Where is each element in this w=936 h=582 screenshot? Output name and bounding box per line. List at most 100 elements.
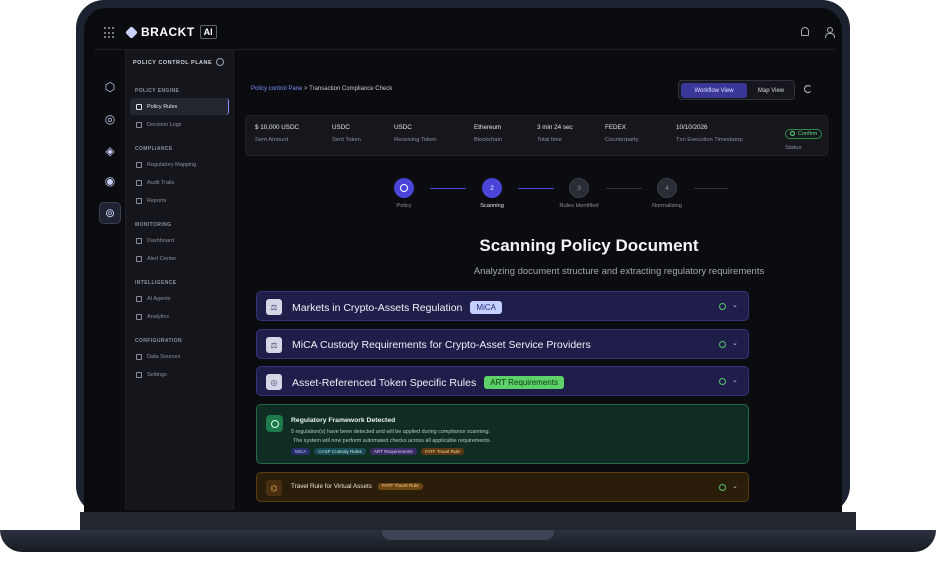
brand-ai-badge: AI	[199, 25, 217, 39]
section-policy-engine: POLICY ENGINE	[135, 88, 180, 94]
brand-mark-icon	[125, 25, 138, 39]
travel-rule-card[interactable]: ⌬ Travel Rule for Virtual Assets FATF Tra…	[256, 472, 749, 502]
check-circle-icon	[266, 415, 283, 432]
step-rules-identified: 3	[569, 178, 589, 198]
chevron-down-icon[interactable]: ⌄	[732, 376, 738, 384]
travel-rule-title: Travel Rule for Virtual Assets	[291, 483, 372, 490]
chevron-down-icon[interactable]: ⌄	[732, 339, 738, 347]
nav-item-policy-rules[interactable]: Policy Rules	[130, 98, 229, 115]
framework-card-custody[interactable]: ⚖ MiCA Custody Requirements for Crypto-A…	[256, 329, 749, 359]
map-view-button[interactable]: Map View	[749, 83, 793, 98]
info-blockchain: Ethereum Blockchain	[474, 124, 503, 143]
step-normalising: 4	[657, 178, 677, 198]
detected-line-1: 5 regulation(s) have been detected and w…	[291, 429, 490, 435]
map-icon	[136, 161, 142, 168]
step-label-normalising: Normalising	[651, 203, 683, 209]
network-icon: ⌬	[266, 480, 282, 496]
info-counterparty: FEDEX Counterparty	[605, 124, 639, 143]
info-sent-token: USDC Sent Token	[332, 124, 361, 143]
check-icon	[400, 184, 408, 192]
app-grid-icon[interactable]	[104, 27, 116, 39]
framework-tag: MiCA	[470, 301, 502, 314]
detected-tag: CASP Custody Rules	[314, 448, 366, 455]
view-toggle: Workflow View Map View	[678, 80, 795, 100]
search-icon[interactable]	[216, 58, 224, 66]
trend-icon	[136, 313, 142, 320]
nav-item-reports[interactable]: Reports	[130, 192, 229, 209]
framework-detected-panel: Regulatory Framework Detected 5 regulati…	[256, 404, 749, 464]
user-icon[interactable]	[825, 27, 835, 38]
nav-item-data-sources[interactable]: Data Sources	[130, 348, 229, 365]
breadcrumb: Policy control Pane > Transaction Compli…	[251, 86, 392, 92]
log-icon	[136, 121, 142, 128]
agent-icon	[136, 295, 142, 302]
status-badge[interactable]: Confirm	[785, 128, 823, 139]
detected-tag: ART Requirements	[369, 448, 417, 455]
check-circle-icon	[719, 484, 726, 491]
framework-title: Markets in Crypto-Assets Regulation	[292, 302, 463, 314]
brand-logo[interactable]: BRACKT AI	[125, 25, 217, 39]
nav-item-ai-agents[interactable]: AI Agents	[130, 290, 229, 307]
side-nav-title: POLICY CONTROL PLANE	[133, 60, 213, 66]
bell-icon	[136, 255, 142, 262]
workflow-view-button[interactable]: Workflow View	[681, 83, 747, 98]
side-nav: POLICY CONTROL PLANE POLICY ENGINE Polic…	[126, 50, 234, 510]
page-title: Scanning Policy Document	[479, 236, 699, 255]
step-label-rules-identified: Rules Identified	[559, 203, 599, 209]
check-circle-icon	[719, 341, 726, 348]
laptop-notch	[382, 530, 554, 540]
nav-item-analytics[interactable]: Analytics	[130, 308, 229, 325]
info-status: Confirm Status	[785, 123, 823, 151]
chevron-down-icon[interactable]: ⌄	[732, 301, 738, 309]
check-circle-icon	[719, 378, 726, 385]
section-monitoring: MONITORING	[135, 222, 172, 228]
laptop-hinge	[80, 512, 856, 532]
info-total-time: 3 min 24 sec Total time	[537, 124, 573, 143]
brand-name: BRACKT	[141, 25, 195, 39]
nav-item-audit-trails[interactable]: Audit Trails	[130, 174, 229, 191]
detected-tag: MiCA	[291, 448, 311, 455]
framework-tag: ART Requirements	[484, 376, 564, 389]
breadcrumb-separator: >	[304, 86, 308, 92]
document-icon	[136, 103, 142, 110]
info-timestamp: 10/10/2026 Txn Execution Timestamp	[676, 124, 743, 143]
page-subtitle: Analyzing document structure and extract…	[473, 266, 765, 277]
rail-diamond-icon[interactable]: ◈	[99, 140, 121, 162]
nav-item-settings[interactable]: Settings	[130, 366, 229, 383]
database-icon	[136, 353, 142, 360]
detected-line-2: The system will now perform automated ch…	[293, 438, 492, 444]
main-content: Policy control Pane > Transaction Compli…	[234, 50, 836, 510]
icon-rail: ⬡ ◎ ◈ ◉ ⊚	[94, 50, 126, 510]
audit-icon	[136, 179, 142, 186]
rail-eye-icon[interactable]: ◉	[99, 170, 121, 192]
nav-item-dashboard[interactable]: Dashboard	[130, 232, 229, 249]
info-receiving-token: USDC Receiving Token	[394, 124, 437, 143]
step-label-scanning: Scanning	[480, 203, 504, 209]
nav-item-regulatory-mapping[interactable]: Regulatory Mapping	[130, 156, 229, 173]
framework-title: Asset-Referenced Token Specific Rules	[292, 377, 477, 389]
step-connector	[694, 188, 728, 189]
chevron-down-icon[interactable]: ⌄	[732, 482, 738, 490]
framework-card-mica[interactable]: ⚖ Markets in Crypto-Assets Regulation MiC…	[256, 291, 749, 321]
section-configuration: CONFIGURATION	[135, 338, 183, 344]
bell-icon[interactable]	[801, 27, 809, 36]
nav-item-alert-center[interactable]: Alert Center	[130, 250, 229, 267]
check-circle-icon	[790, 131, 795, 136]
step-connector	[606, 188, 642, 189]
rail-hexagon-icon[interactable]: ⬡	[99, 76, 121, 98]
nav-item-decision-logs[interactable]: Decision Logs	[130, 116, 229, 133]
gear-icon	[136, 371, 142, 378]
rail-fingerprint-icon[interactable]: ⊚	[99, 202, 121, 224]
section-compliance: COMPLIANCE	[135, 146, 173, 152]
breadcrumb-link[interactable]: Policy control Pane	[251, 86, 302, 92]
app-screen: BRACKT AI ⬡ ◎ ◈ ◉ ⊚ POLICY CONTROL PLANE…	[94, 16, 836, 510]
detected-tags: MiCA CASP Custody Rules ART Requirements…	[291, 448, 465, 455]
top-bar: BRACKT AI	[94, 16, 836, 50]
refresh-icon[interactable]	[804, 85, 812, 93]
transaction-summary: $ 10,000 USDC Sent Amount USDC Sent Toke…	[245, 115, 828, 156]
rail-circle-icon[interactable]: ◎	[99, 108, 121, 130]
step-policy	[394, 178, 414, 198]
travel-rule-tag: FATF Travel Rule	[377, 483, 423, 490]
framework-card-art[interactable]: ◎ Asset-Referenced Token Specific Rules A…	[256, 366, 749, 396]
dashboard-icon	[136, 237, 142, 244]
